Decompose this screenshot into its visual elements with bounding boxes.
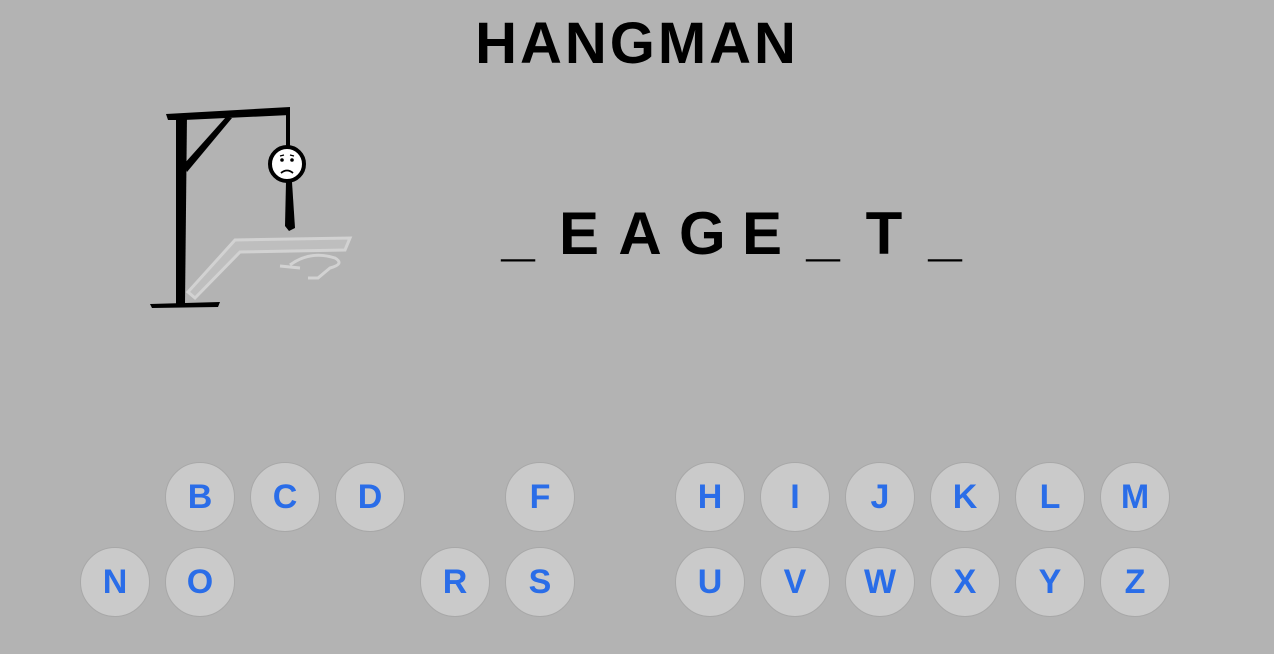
word-letter: _ [928, 200, 962, 267]
letter-key-c[interactable]: C [250, 462, 320, 532]
gallows-brace [184, 117, 232, 172]
trapdoor [185, 236, 353, 301]
hangman-head [268, 145, 306, 183]
letter-key-n[interactable]: N [80, 547, 150, 617]
word-display: _ E A G E _ T _ [496, 190, 984, 270]
word-letter: E [558, 200, 600, 267]
noose [285, 182, 295, 231]
letter-key-r[interactable]: R [420, 547, 490, 617]
letter-key-l[interactable]: L [1015, 462, 1085, 532]
letter-key-z[interactable]: Z [1100, 547, 1170, 617]
letter-key-o[interactable]: O [165, 547, 235, 617]
game-title: HANGMAN [475, 11, 799, 76]
letter-key-u[interactable]: U [675, 547, 745, 617]
gallows-post [176, 114, 187, 305]
word-letter: _ [501, 200, 535, 267]
word-letter: E [741, 200, 783, 267]
letter-key-i[interactable]: I [760, 462, 830, 532]
letter-key-b[interactable]: B [165, 462, 235, 532]
letter-key-x[interactable]: X [930, 547, 1000, 617]
letter-key-v[interactable]: V [760, 547, 830, 617]
gallows-drawing [150, 107, 353, 308]
letter-key-s[interactable]: S [505, 547, 575, 617]
hangman-app: HANGMAN _ E A G E _ T _ B C D F H I J K … [0, 0, 1274, 654]
rope [286, 112, 290, 146]
letter-key-y[interactable]: Y [1015, 547, 1085, 617]
letter-key-w[interactable]: W [845, 547, 915, 617]
letter-key-m[interactable]: M [1100, 462, 1170, 532]
word-letter: A [618, 200, 662, 267]
word-letter: _ [806, 200, 840, 267]
letter-key-d[interactable]: D [335, 462, 405, 532]
letter-key-f[interactable]: F [505, 462, 575, 532]
word-letter: G [679, 200, 726, 267]
letter-key-j[interactable]: J [845, 462, 915, 532]
word-letter: T [865, 200, 903, 267]
letter-key-h[interactable]: H [675, 462, 745, 532]
letter-key-k[interactable]: K [930, 462, 1000, 532]
